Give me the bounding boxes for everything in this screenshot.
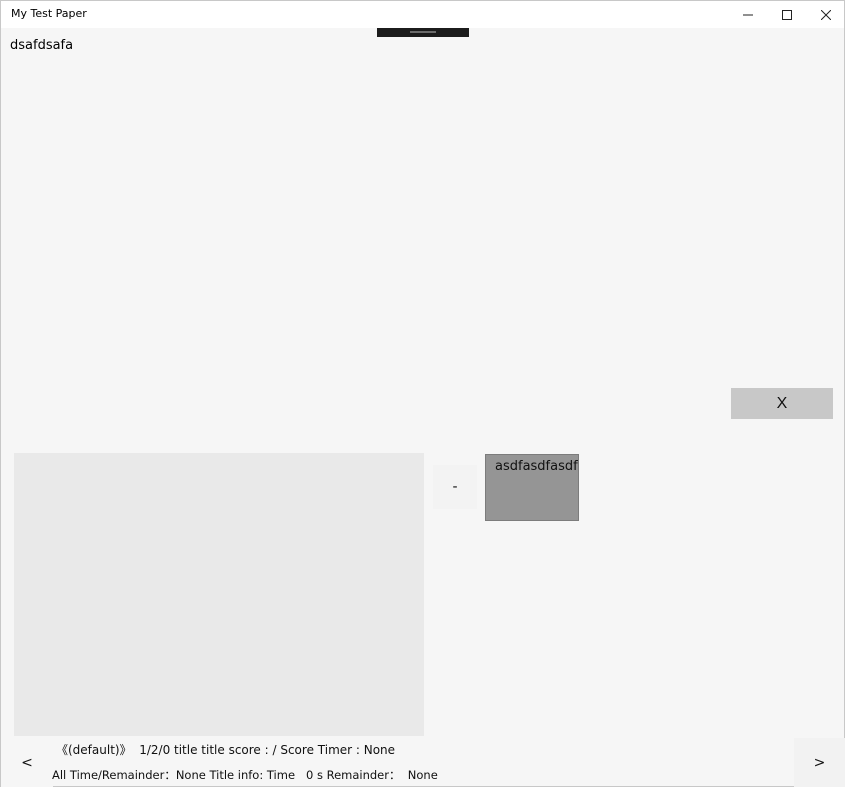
minus-button[interactable]: - — [433, 465, 477, 509]
close-icon — [821, 9, 831, 20]
option-label: asdfasdfasdf — [495, 459, 578, 474]
prev-button[interactable]: < — [1, 738, 53, 787]
status-line-time: All Time/Remainder：None Title info: Time… — [52, 768, 438, 782]
grip-icon — [410, 31, 436, 33]
close-question-button[interactable]: X — [731, 388, 833, 419]
minimize-icon — [743, 14, 753, 15]
window-title: My Test Paper — [11, 7, 87, 20]
next-button[interactable]: > — [794, 738, 845, 787]
app-window: My Test Paper dsafdsafa X - asdfasdfasdf… — [0, 0, 845, 787]
option-tile[interactable]: asdfasdfasdf — [485, 454, 579, 521]
minimize-button[interactable] — [728, 1, 768, 28]
maximize-icon — [782, 9, 792, 20]
status-line-score: 《(default)》 1/2/0 title title score : / … — [56, 743, 396, 757]
close-window-button[interactable] — [806, 1, 845, 28]
question-text: dsafdsafa — [10, 38, 74, 53]
maximize-button[interactable] — [767, 1, 807, 28]
drag-handle[interactable] — [377, 28, 469, 37]
title-bar[interactable]: My Test Paper — [1, 1, 844, 28]
answer-area[interactable] — [14, 453, 424, 736]
